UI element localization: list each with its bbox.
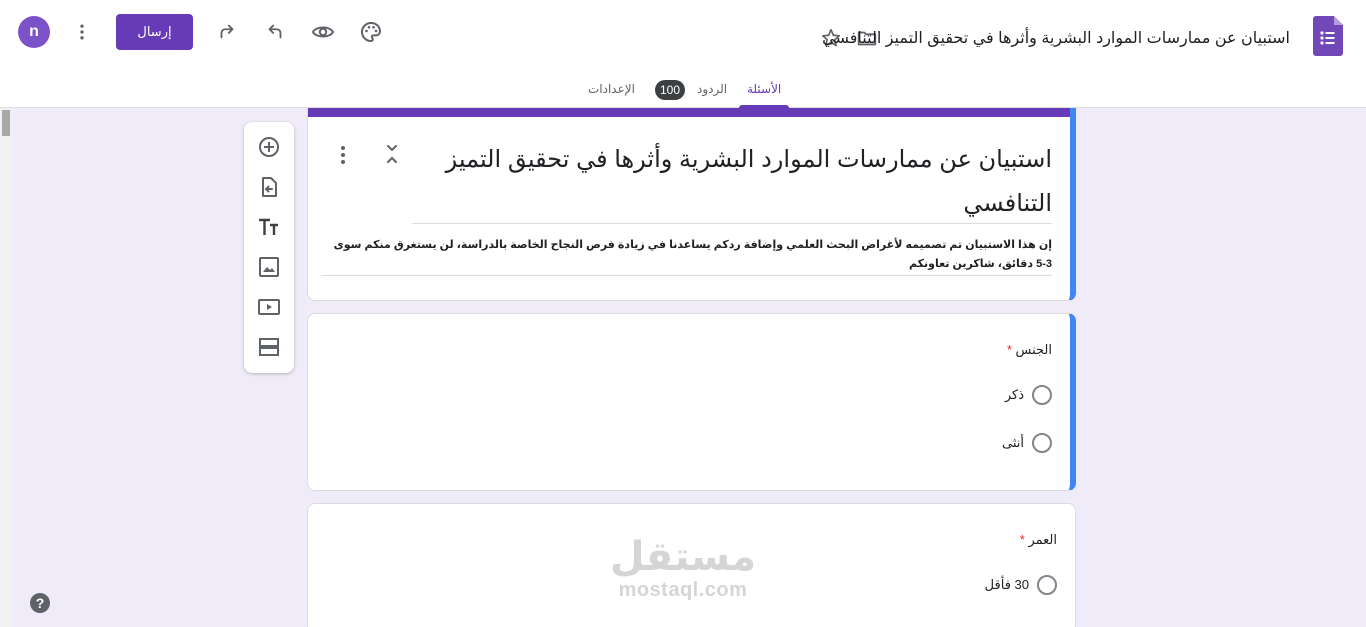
google-forms-logo-icon[interactable] xyxy=(1313,16,1343,56)
palette-icon[interactable] xyxy=(355,16,387,48)
tab-settings[interactable]: الإعدادات xyxy=(588,82,635,96)
radio-button[interactable] xyxy=(1032,433,1052,453)
form-header-card[interactable]: استبيان عن ممارسات الموارد البشرية وأثره… xyxy=(307,108,1076,301)
title-underline xyxy=(412,223,1052,224)
tab-questions[interactable]: الأسئلة xyxy=(747,82,781,96)
add-title-description-icon[interactable] xyxy=(255,213,283,241)
preview-eye-icon[interactable] xyxy=(307,16,339,48)
radio-button[interactable] xyxy=(1032,385,1052,405)
option-label: 30 فأقل xyxy=(984,577,1029,592)
question-label: العمر xyxy=(1028,532,1057,547)
radio-option[interactable]: ذكر xyxy=(1005,383,1052,407)
question-card-gender[interactable]: الجنس * ذكر أنثى xyxy=(307,313,1076,491)
description-underline xyxy=(322,275,1052,276)
account-avatar[interactable]: n xyxy=(18,16,50,48)
more-vert-icon[interactable] xyxy=(66,16,98,48)
form-title[interactable]: استبيان عن ممارسات الموارد البشرية وأثره… xyxy=(412,138,1052,226)
send-button[interactable]: إرسال xyxy=(116,14,193,50)
option-label: أنثى xyxy=(1002,435,1024,450)
form-toolbar xyxy=(244,122,294,373)
question-title[interactable]: الجنس * xyxy=(1007,342,1052,358)
radio-button[interactable] xyxy=(1037,575,1057,595)
required-asterisk: * xyxy=(1006,342,1012,357)
collapse-icon[interactable] xyxy=(384,144,400,164)
radio-option[interactable]: 30 فأقل xyxy=(985,573,1057,597)
help-icon[interactable]: ? xyxy=(30,593,50,613)
question-title[interactable]: العمر * xyxy=(1020,532,1057,548)
tab-responses[interactable]: الردود xyxy=(697,82,727,96)
form-tabs: الإعدادات 100 الردود الأسئلة xyxy=(0,74,1366,108)
redo-icon[interactable] xyxy=(211,16,243,48)
question-card-age[interactable]: العمر * 30 فأقل xyxy=(307,503,1076,627)
undo-icon[interactable] xyxy=(259,16,291,48)
radio-option[interactable]: أنثى xyxy=(1002,431,1052,455)
scrollbar-thumb[interactable] xyxy=(2,110,10,136)
question-label: الجنس xyxy=(1015,342,1052,357)
avatar-letter: n xyxy=(29,23,39,40)
theme-color-bar xyxy=(308,108,1070,117)
responses-count-badge: 100 xyxy=(655,80,685,100)
required-asterisk: * xyxy=(1019,532,1025,547)
import-questions-icon[interactable] xyxy=(255,173,283,201)
add-section-icon[interactable] xyxy=(255,333,283,361)
document-title[interactable]: استبيان عن ممارسات الموارد البشرية وأثره… xyxy=(822,28,1290,48)
page-scrollbar[interactable] xyxy=(0,108,12,627)
card-more-vert-icon[interactable] xyxy=(335,144,351,166)
add-image-icon[interactable] xyxy=(255,253,283,281)
top-header: n إرسال استبيان عن ممارسات الموارد البشر… xyxy=(0,0,1366,108)
form-description[interactable]: إن هذا الاستبيان تم تصميمه لأغراض البحث … xyxy=(322,236,1052,274)
add-video-icon[interactable] xyxy=(255,293,283,321)
add-question-icon[interactable] xyxy=(255,133,283,161)
option-label: ذكر xyxy=(1004,387,1024,402)
